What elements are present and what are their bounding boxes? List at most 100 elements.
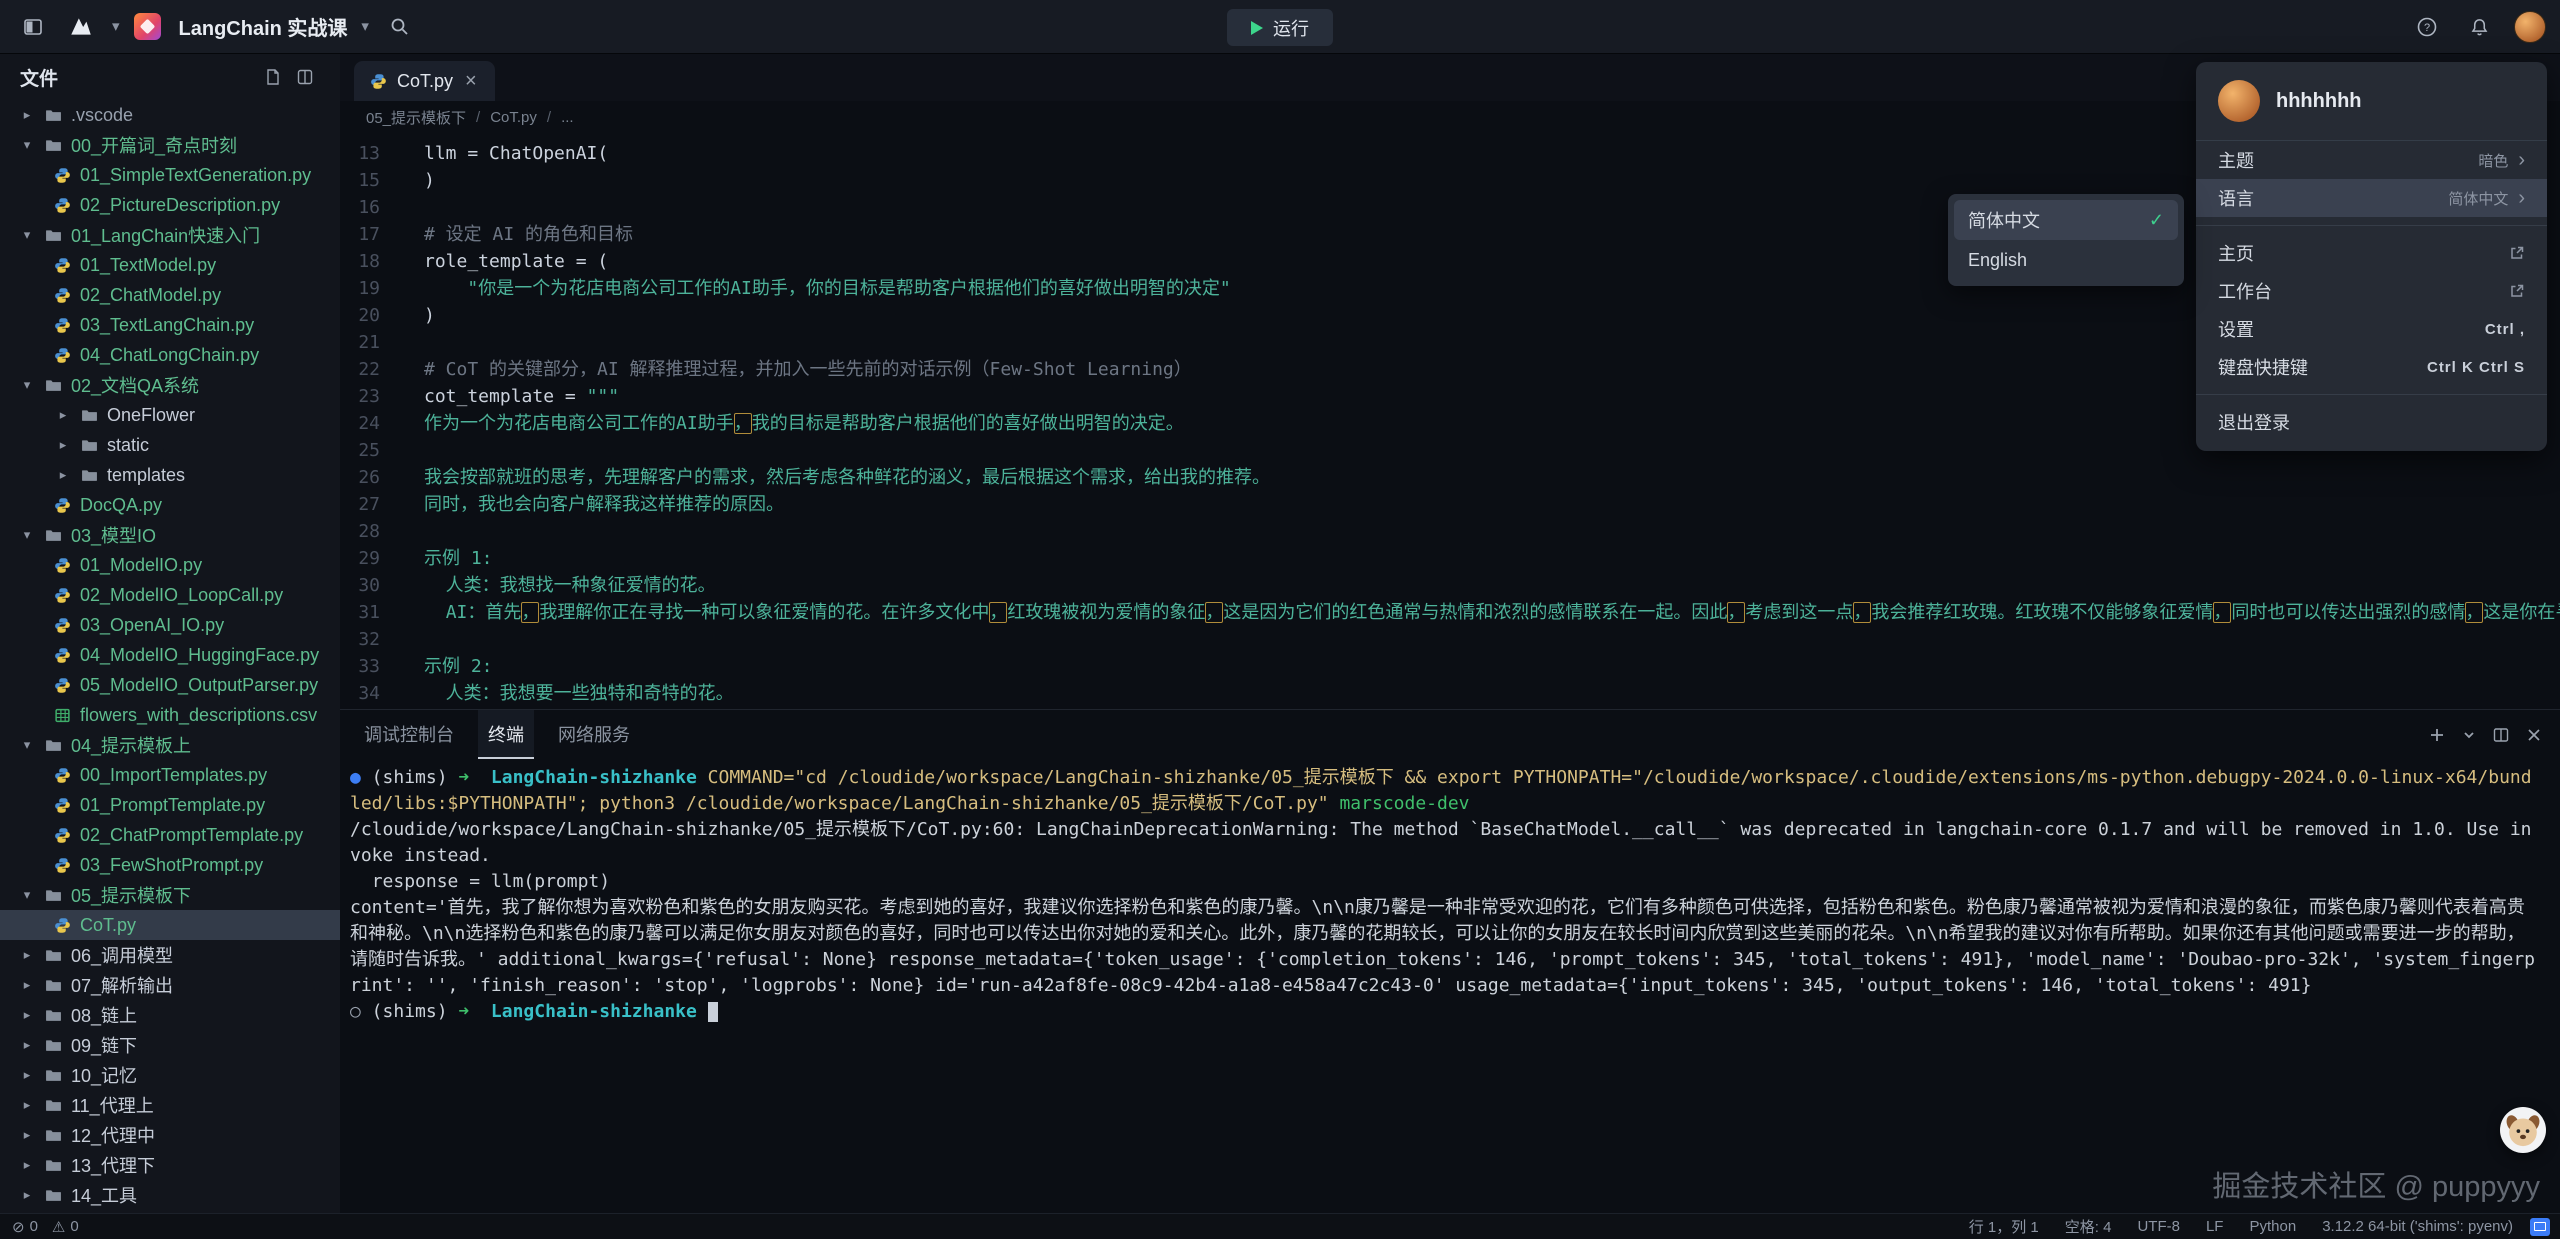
tree-file-17[interactable]: 03_OpenAI_IO.py (0, 610, 340, 640)
tree-file-16[interactable]: 02_ModelIO_LoopCall.py (0, 580, 340, 610)
tree-folder-0[interactable]: ▸.vscode (0, 100, 340, 130)
errors-status[interactable]: ⊘ 0 (12, 1218, 38, 1236)
project-badge-icon[interactable] (134, 13, 161, 40)
code-line-32[interactable]: 32 (340, 626, 2560, 653)
tree-file-5[interactable]: 01_TextModel.py (0, 250, 340, 280)
breadcrumb-item-0[interactable]: 05_提示模板下 (366, 107, 466, 128)
logo-chevron-down-icon[interactable]: ▾ (112, 19, 120, 34)
tree-file-15[interactable]: 01_ModelIO.py (0, 550, 340, 580)
menu-item-3[interactable]: 主页 (2196, 234, 2547, 272)
tree-folder-10[interactable]: ▸OneFlower (0, 400, 340, 430)
close-panel-icon[interactable] (2526, 727, 2542, 743)
tree-file-22[interactable]: 00_ImportTemplates.py (0, 760, 340, 790)
split-terminal-icon[interactable] (2492, 726, 2510, 744)
terminal-dropdown-chevron-icon[interactable] (2462, 728, 2476, 742)
toggle-sidebar-icon[interactable] (16, 10, 50, 44)
menu-item-8[interactable]: 退出登录 (2196, 403, 2547, 441)
code-line-27[interactable]: 27同时，我也会向客户解释我这样推荐的原因。 (340, 491, 2560, 518)
menu-item-6[interactable]: 键盘快捷键Ctrl K Ctrl S (2196, 348, 2547, 386)
ambiguous-char-box: ， (2465, 602, 2483, 623)
tree-folder-14[interactable]: ▾03_模型IO (0, 520, 340, 550)
collapse-explorer-icon[interactable] (296, 68, 314, 86)
line-number: 28 (340, 518, 396, 545)
tree-folder-11[interactable]: ▸static (0, 430, 340, 460)
tree-file-8[interactable]: 04_ChatLongChain.py (0, 340, 340, 370)
tree-file-13[interactable]: DocQA.py (0, 490, 340, 520)
new-terminal-plus-icon[interactable] (2428, 726, 2446, 744)
code-line-28[interactable]: 28 (340, 518, 2560, 545)
code-line-31[interactable]: 31 AI：首先，我理解你正在寻找一种可以象征爱情的花。在许多文化中，红玫瑰被视… (340, 599, 2560, 626)
notifications-bell-icon[interactable] (2462, 10, 2496, 44)
panel-tab-1[interactable]: 终端 (478, 710, 534, 759)
status-item-1[interactable]: 空格: 4 (2052, 1216, 2125, 1237)
search-icon[interactable] (383, 10, 417, 44)
menu-item-4[interactable]: 工作台 (2196, 272, 2547, 310)
tree-file-19[interactable]: 05_ModelIO_OutputParser.py (0, 670, 340, 700)
tree-file-24[interactable]: 02_ChatPromptTemplate.py (0, 820, 340, 850)
code-line-33[interactable]: 33示例 2: (340, 653, 2560, 680)
menu-item-1[interactable]: 语言简体中文› (2196, 179, 2547, 217)
project-title[interactable]: LangChain 实战课 (179, 12, 348, 41)
language-option-1[interactable]: English (1954, 240, 2178, 280)
tree-file-7[interactable]: 03_TextLangChain.py (0, 310, 340, 340)
status-item-3[interactable]: LF (2193, 1218, 2237, 1235)
tree-file-25[interactable]: 03_FewShotPrompt.py (0, 850, 340, 880)
line-number: 24 (340, 410, 396, 437)
code-line-34[interactable]: 34 人类：我想要一些独特和奇特的花。 (340, 680, 2560, 707)
warnings-status[interactable]: ⚠ 0 (52, 1218, 79, 1236)
terminal-output[interactable]: ● (shims) ➜ LangChain-shizhanke COMMAND=… (340, 759, 2560, 1213)
user-avatar[interactable] (2514, 11, 2546, 43)
ide-logo-icon[interactable] (64, 10, 98, 44)
remote-indicator-icon[interactable] (2530, 1218, 2550, 1236)
tree-folder-30[interactable]: ▸08_链上 (0, 1000, 340, 1030)
tree-file-3[interactable]: 02_PictureDescription.py (0, 190, 340, 220)
tree-folder-29[interactable]: ▸07_解析输出 (0, 970, 340, 1000)
close-tab-icon[interactable]: × (463, 71, 479, 91)
status-item-4[interactable]: Python (2236, 1218, 2309, 1235)
language-option-0[interactable]: 简体中文✓ (1954, 200, 2178, 240)
status-item-2[interactable]: UTF-8 (2124, 1218, 2193, 1235)
line-number: 29 (340, 545, 396, 572)
tree-folder-1[interactable]: ▾00_开篇词_奇点时刻 (0, 130, 340, 160)
tree-file-23[interactable]: 01_PromptTemplate.py (0, 790, 340, 820)
menu-item-5[interactable]: 设置Ctrl , (2196, 310, 2547, 348)
tree-folder-35[interactable]: ▸13_代理下 (0, 1150, 340, 1180)
new-file-icon[interactable] (264, 68, 282, 86)
tree-folder-26[interactable]: ▾05_提示模板下 (0, 880, 340, 910)
breadcrumb-item-1[interactable]: CoT.py (490, 109, 537, 126)
project-chevron-down-icon[interactable]: ▾ (361, 19, 369, 34)
code-text (396, 626, 424, 653)
tree-file-6[interactable]: 02_ChatModel.py (0, 280, 340, 310)
tree-file-27[interactable]: CoT.py (0, 910, 340, 940)
help-icon[interactable]: ? (2410, 10, 2444, 44)
line-number: 34 (340, 680, 396, 707)
tree-folder-36[interactable]: ▸14_工具 (0, 1180, 340, 1210)
check-icon: ✓ (2149, 210, 2164, 231)
code-line-30[interactable]: 30 人类：我想找一种象征爱情的花。 (340, 572, 2560, 599)
tree-folder-12[interactable]: ▸templates (0, 460, 340, 490)
tree-folder-21[interactable]: ▾04_提示模板上 (0, 730, 340, 760)
tab-cot-py[interactable]: CoT.py × (354, 61, 495, 101)
tree-folder-4[interactable]: ▾01_LangChain快速入门 (0, 220, 340, 250)
tree-item-label: 01_ModelIO.py (80, 555, 202, 576)
tree-file-18[interactable]: 04_ModelIO_HuggingFace.py (0, 640, 340, 670)
tree-folder-31[interactable]: ▸09_链下 (0, 1030, 340, 1060)
code-text: ) (396, 167, 435, 194)
code-line-26[interactable]: 26我会按部就班的思考，先理解客户的需求，然后考虑各种鲜花的涵义，最后根据这个需… (340, 464, 2560, 491)
breadcrumb-item-2[interactable]: ... (561, 109, 574, 126)
tree-folder-34[interactable]: ▸12_代理中 (0, 1120, 340, 1150)
status-item-5[interactable]: 3.12.2 64-bit ('shims': pyenv) (2309, 1218, 2526, 1235)
panel-tab-0[interactable]: 调试控制台 (364, 710, 454, 759)
tree-folder-33[interactable]: ▸11_代理上 (0, 1090, 340, 1120)
run-button[interactable]: 运行 (1227, 9, 1333, 46)
status-item-0[interactable]: 行 1，列 1 (1956, 1216, 2052, 1237)
tree-folder-32[interactable]: ▸10_记忆 (0, 1060, 340, 1090)
panel-tab-2[interactable]: 网络服务 (558, 710, 630, 759)
tree-file-2[interactable]: 01_SimpleTextGeneration.py (0, 160, 340, 190)
assistant-floating-button[interactable] (2500, 1107, 2546, 1153)
tree-folder-9[interactable]: ▾02_文档QA系统 (0, 370, 340, 400)
tree-folder-28[interactable]: ▸06_调用模型 (0, 940, 340, 970)
tree-file-20[interactable]: flowers_with_descriptions.csv (0, 700, 340, 730)
menu-item-0[interactable]: 主题暗色› (2196, 141, 2547, 179)
code-line-29[interactable]: 29示例 1: (340, 545, 2560, 572)
